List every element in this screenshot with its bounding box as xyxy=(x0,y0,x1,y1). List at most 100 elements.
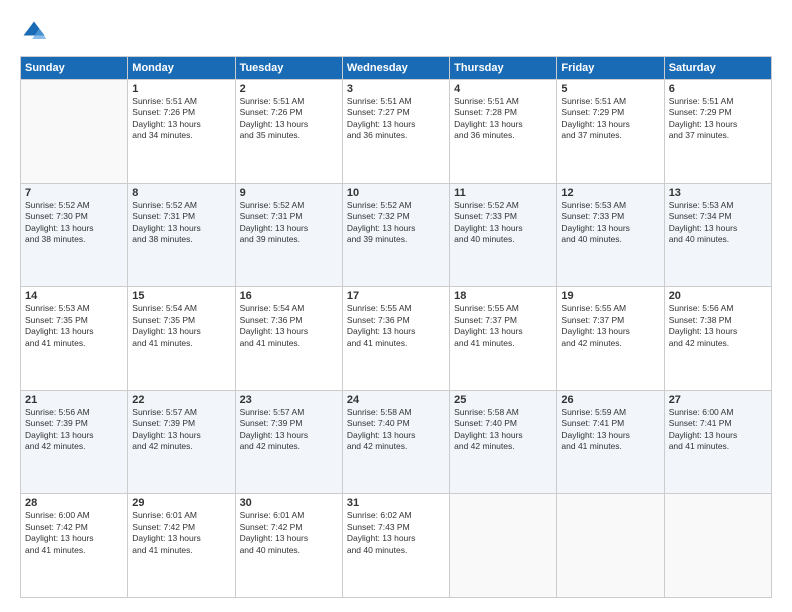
day-number: 15 xyxy=(132,290,230,302)
calendar-day-cell xyxy=(664,494,771,598)
calendar-day-cell: 24Sunrise: 5:58 AMSunset: 7:40 PMDayligh… xyxy=(342,390,449,494)
day-info: Sunrise: 5:53 AMSunset: 7:35 PMDaylight:… xyxy=(25,303,123,349)
day-number: 10 xyxy=(347,187,445,199)
day-info: Sunrise: 5:52 AMSunset: 7:31 PMDaylight:… xyxy=(240,200,338,246)
day-number: 23 xyxy=(240,394,338,406)
day-info: Sunrise: 5:59 AMSunset: 7:41 PMDaylight:… xyxy=(561,407,659,453)
calendar-day-cell: 15Sunrise: 5:54 AMSunset: 7:35 PMDayligh… xyxy=(128,287,235,391)
day-header-saturday: Saturday xyxy=(664,57,771,80)
calendar-day-cell: 16Sunrise: 5:54 AMSunset: 7:36 PMDayligh… xyxy=(235,287,342,391)
calendar-week-row: 14Sunrise: 5:53 AMSunset: 7:35 PMDayligh… xyxy=(21,287,772,391)
day-info: Sunrise: 5:53 AMSunset: 7:33 PMDaylight:… xyxy=(561,200,659,246)
calendar-day-cell: 19Sunrise: 5:55 AMSunset: 7:37 PMDayligh… xyxy=(557,287,664,391)
calendar-day-cell: 7Sunrise: 5:52 AMSunset: 7:30 PMDaylight… xyxy=(21,183,128,287)
day-info: Sunrise: 5:51 AMSunset: 7:27 PMDaylight:… xyxy=(347,96,445,142)
calendar-day-cell: 10Sunrise: 5:52 AMSunset: 7:32 PMDayligh… xyxy=(342,183,449,287)
calendar-day-cell: 13Sunrise: 5:53 AMSunset: 7:34 PMDayligh… xyxy=(664,183,771,287)
day-header-wednesday: Wednesday xyxy=(342,57,449,80)
day-info: Sunrise: 5:54 AMSunset: 7:36 PMDaylight:… xyxy=(240,303,338,349)
day-number: 2 xyxy=(240,83,338,95)
day-number: 31 xyxy=(347,497,445,509)
day-number: 3 xyxy=(347,83,445,95)
day-number: 24 xyxy=(347,394,445,406)
day-number: 13 xyxy=(669,187,767,199)
calendar-day-cell: 20Sunrise: 5:56 AMSunset: 7:38 PMDayligh… xyxy=(664,287,771,391)
day-info: Sunrise: 5:52 AMSunset: 7:32 PMDaylight:… xyxy=(347,200,445,246)
calendar-day-cell: 8Sunrise: 5:52 AMSunset: 7:31 PMDaylight… xyxy=(128,183,235,287)
day-info: Sunrise: 5:55 AMSunset: 7:37 PMDaylight:… xyxy=(561,303,659,349)
calendar-day-cell: 22Sunrise: 5:57 AMSunset: 7:39 PMDayligh… xyxy=(128,390,235,494)
calendar-day-cell: 4Sunrise: 5:51 AMSunset: 7:28 PMDaylight… xyxy=(450,80,557,184)
logo xyxy=(20,18,52,46)
calendar-week-row: 1Sunrise: 5:51 AMSunset: 7:26 PMDaylight… xyxy=(21,80,772,184)
calendar-week-row: 28Sunrise: 6:00 AMSunset: 7:42 PMDayligh… xyxy=(21,494,772,598)
calendar-day-cell: 2Sunrise: 5:51 AMSunset: 7:26 PMDaylight… xyxy=(235,80,342,184)
calendar-day-cell: 1Sunrise: 5:51 AMSunset: 7:26 PMDaylight… xyxy=(128,80,235,184)
calendar-day-cell: 29Sunrise: 6:01 AMSunset: 7:42 PMDayligh… xyxy=(128,494,235,598)
calendar-day-cell: 12Sunrise: 5:53 AMSunset: 7:33 PMDayligh… xyxy=(557,183,664,287)
day-info: Sunrise: 5:58 AMSunset: 7:40 PMDaylight:… xyxy=(454,407,552,453)
calendar-day-cell: 17Sunrise: 5:55 AMSunset: 7:36 PMDayligh… xyxy=(342,287,449,391)
day-number: 19 xyxy=(561,290,659,302)
day-info: Sunrise: 6:00 AMSunset: 7:41 PMDaylight:… xyxy=(669,407,767,453)
calendar-day-cell: 18Sunrise: 5:55 AMSunset: 7:37 PMDayligh… xyxy=(450,287,557,391)
header xyxy=(20,18,772,46)
day-info: Sunrise: 5:51 AMSunset: 7:28 PMDaylight:… xyxy=(454,96,552,142)
calendar-day-cell: 9Sunrise: 5:52 AMSunset: 7:31 PMDaylight… xyxy=(235,183,342,287)
day-info: Sunrise: 5:57 AMSunset: 7:39 PMDaylight:… xyxy=(240,407,338,453)
calendar-day-cell xyxy=(450,494,557,598)
day-number: 4 xyxy=(454,83,552,95)
calendar-day-cell: 30Sunrise: 6:01 AMSunset: 7:42 PMDayligh… xyxy=(235,494,342,598)
day-number: 17 xyxy=(347,290,445,302)
day-header-friday: Friday xyxy=(557,57,664,80)
day-number: 30 xyxy=(240,497,338,509)
calendar-day-cell: 5Sunrise: 5:51 AMSunset: 7:29 PMDaylight… xyxy=(557,80,664,184)
day-info: Sunrise: 5:54 AMSunset: 7:35 PMDaylight:… xyxy=(132,303,230,349)
calendar-day-cell xyxy=(21,80,128,184)
day-number: 29 xyxy=(132,497,230,509)
day-number: 22 xyxy=(132,394,230,406)
day-number: 8 xyxy=(132,187,230,199)
day-number: 28 xyxy=(25,497,123,509)
day-info: Sunrise: 5:51 AMSunset: 7:29 PMDaylight:… xyxy=(561,96,659,142)
day-header-sunday: Sunday xyxy=(21,57,128,80)
calendar-week-row: 21Sunrise: 5:56 AMSunset: 7:39 PMDayligh… xyxy=(21,390,772,494)
calendar-day-cell: 6Sunrise: 5:51 AMSunset: 7:29 PMDaylight… xyxy=(664,80,771,184)
day-info: Sunrise: 5:52 AMSunset: 7:33 PMDaylight:… xyxy=(454,200,552,246)
day-number: 21 xyxy=(25,394,123,406)
day-header-thursday: Thursday xyxy=(450,57,557,80)
day-info: Sunrise: 5:56 AMSunset: 7:38 PMDaylight:… xyxy=(669,303,767,349)
day-number: 25 xyxy=(454,394,552,406)
logo-icon xyxy=(20,18,48,46)
day-info: Sunrise: 6:00 AMSunset: 7:42 PMDaylight:… xyxy=(25,510,123,556)
day-info: Sunrise: 5:57 AMSunset: 7:39 PMDaylight:… xyxy=(132,407,230,453)
calendar-day-cell: 25Sunrise: 5:58 AMSunset: 7:40 PMDayligh… xyxy=(450,390,557,494)
day-number: 5 xyxy=(561,83,659,95)
day-info: Sunrise: 5:51 AMSunset: 7:26 PMDaylight:… xyxy=(132,96,230,142)
day-info: Sunrise: 6:01 AMSunset: 7:42 PMDaylight:… xyxy=(240,510,338,556)
day-number: 20 xyxy=(669,290,767,302)
day-number: 1 xyxy=(132,83,230,95)
calendar-day-cell: 3Sunrise: 5:51 AMSunset: 7:27 PMDaylight… xyxy=(342,80,449,184)
calendar-day-cell xyxy=(557,494,664,598)
calendar-day-cell: 26Sunrise: 5:59 AMSunset: 7:41 PMDayligh… xyxy=(557,390,664,494)
day-info: Sunrise: 5:51 AMSunset: 7:29 PMDaylight:… xyxy=(669,96,767,142)
day-number: 14 xyxy=(25,290,123,302)
day-info: Sunrise: 5:52 AMSunset: 7:31 PMDaylight:… xyxy=(132,200,230,246)
day-number: 18 xyxy=(454,290,552,302)
day-number: 27 xyxy=(669,394,767,406)
calendar-header-row: SundayMondayTuesdayWednesdayThursdayFrid… xyxy=(21,57,772,80)
day-info: Sunrise: 5:56 AMSunset: 7:39 PMDaylight:… xyxy=(25,407,123,453)
day-info: Sunrise: 6:02 AMSunset: 7:43 PMDaylight:… xyxy=(347,510,445,556)
calendar-week-row: 7Sunrise: 5:52 AMSunset: 7:30 PMDaylight… xyxy=(21,183,772,287)
day-number: 6 xyxy=(669,83,767,95)
day-info: Sunrise: 5:52 AMSunset: 7:30 PMDaylight:… xyxy=(25,200,123,246)
day-number: 16 xyxy=(240,290,338,302)
calendar-day-cell: 21Sunrise: 5:56 AMSunset: 7:39 PMDayligh… xyxy=(21,390,128,494)
day-number: 9 xyxy=(240,187,338,199)
day-number: 11 xyxy=(454,187,552,199)
day-number: 7 xyxy=(25,187,123,199)
day-info: Sunrise: 5:55 AMSunset: 7:37 PMDaylight:… xyxy=(454,303,552,349)
day-info: Sunrise: 6:01 AMSunset: 7:42 PMDaylight:… xyxy=(132,510,230,556)
day-header-tuesday: Tuesday xyxy=(235,57,342,80)
